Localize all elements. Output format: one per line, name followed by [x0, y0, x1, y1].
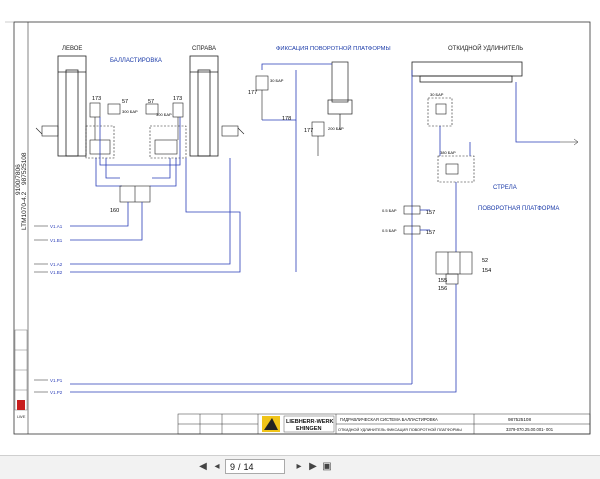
comp-173a: 173 — [92, 96, 101, 102]
label-platform: ПОВОРОТНАЯ ПЛАТФОРМА — [478, 206, 559, 212]
brand-name-2: EHINGEN — [296, 426, 322, 432]
valve-block-left — [85, 102, 121, 159]
pressure-v1: 0.5 БАР — [382, 208, 397, 213]
cylinder-right — [189, 55, 219, 157]
pressure-ext2: 380 БАР — [440, 150, 456, 155]
line-a1: V1.A1 — [50, 224, 63, 229]
ballast-feed-lines — [70, 158, 241, 273]
comp-177b: 177 — [304, 128, 313, 134]
viewer-toolbar: ◀ ◂ 9/14 ▸ ▶ ▣ — [0, 455, 600, 479]
right-connector — [560, 138, 579, 146]
cylinder-left — [57, 55, 87, 157]
comp-173b: 173 — [173, 96, 182, 102]
svg-text:LWE: LWE — [17, 414, 26, 419]
liebherr-small-logo: LWE — [17, 400, 26, 419]
comp-154: 154 — [482, 268, 491, 274]
doc-number: 987525108 — [508, 417, 531, 422]
pressure-fix1: 30 БАР — [270, 78, 284, 83]
ext-valve-mid — [437, 155, 475, 183]
docnum-label: 987525108 — [21, 152, 28, 185]
fix-valve-177a — [255, 75, 269, 120]
zoom-icon[interactable]: ▣ — [320, 460, 334, 474]
label-right: СПРАВА — [192, 46, 216, 52]
fix-valve-177b — [311, 121, 325, 156]
comp-52: 52 — [482, 258, 488, 264]
label-left: ЛЕВОЕ — [62, 46, 82, 52]
pressure-ext1: 30 БАР — [430, 92, 444, 97]
title-desc-1: ГИДРАВЛИЧЕСКАЯ СИСТЕМА БАЛЛАСТИРОВКА — [340, 417, 438, 422]
fix-cylinder — [327, 61, 353, 130]
line-a2: V1.A2 — [50, 262, 63, 267]
fix-lines — [261, 63, 332, 272]
line-b1: V1.B1 — [50, 238, 63, 243]
pressure-left: 300 БАР — [122, 109, 138, 114]
drawing-number: 3379-070.25.00.001- 001 — [506, 427, 554, 432]
comp-57a: 57 — [122, 99, 128, 105]
label-ext: ОТКИДНОЙ УДЛИНИТЕЛЬ — [448, 44, 523, 52]
line-p1: V1.P1 — [50, 378, 63, 383]
valve-160 — [119, 185, 151, 203]
sheet-border — [13, 21, 591, 435]
return-lines — [70, 209, 457, 393]
title-desc-2: ОТКИДНОЙ УДЛИНИТЕЛЬ ФИКСАЦИЯ ПОВОРОТНОЙ … — [338, 428, 462, 432]
ext-valve-top — [427, 97, 453, 127]
brand-name-1: LIEBHERR-WERK — [286, 419, 334, 425]
next-page-icon[interactable]: ▸ — [292, 460, 306, 474]
model-label: LTM1070-4.2 — [21, 191, 28, 230]
hydraulic-schematic: LTM1070-4.2 9100/7806 987525108 LWE ЛЕВО… — [5, 21, 591, 435]
comp-156: 156 — [438, 286, 447, 292]
line-p2: V1.P2 — [50, 390, 63, 395]
comp-157b: 157 — [426, 230, 435, 236]
solenoid-right — [221, 125, 245, 137]
ext-lines — [411, 70, 560, 384]
line-b2: V1.B2 — [50, 270, 63, 275]
first-page-icon[interactable]: ◀ — [196, 460, 210, 474]
comp-177a: 177 — [248, 90, 257, 96]
last-page-icon[interactable]: ▶ — [306, 460, 320, 474]
pressure-v2: 0.5 БАР — [382, 228, 397, 233]
page-total: 14 — [243, 462, 254, 472]
label-ballast: БАЛЛАСТИРОВКА — [110, 58, 162, 64]
page-sep: / — [238, 462, 241, 472]
comp-178: 178 — [282, 116, 291, 122]
pressure-right: 300 БАР — [156, 112, 172, 117]
line-arrows-left — [34, 225, 48, 393]
ext-cylinder — [411, 61, 523, 83]
page-indicator[interactable]: 9/14 — [225, 459, 285, 474]
label-fix: ФИКСАЦИЯ ПОВОРОТНОЙ ПЛАТФОРМЫ — [276, 44, 391, 52]
ballast-lines — [95, 117, 181, 187]
comp-157a: 157 — [426, 210, 435, 216]
comp-155: 155 — [438, 278, 447, 284]
comp-57b: 57 — [148, 99, 154, 105]
label-strela: СТРЕЛА — [493, 185, 517, 191]
pressure-fix2: 200 БАР — [328, 126, 344, 131]
solenoid-left — [35, 125, 59, 137]
page-current: 9 — [230, 462, 236, 472]
prev-page-icon[interactable]: ◂ — [210, 460, 224, 474]
comp-160: 160 — [110, 208, 119, 214]
